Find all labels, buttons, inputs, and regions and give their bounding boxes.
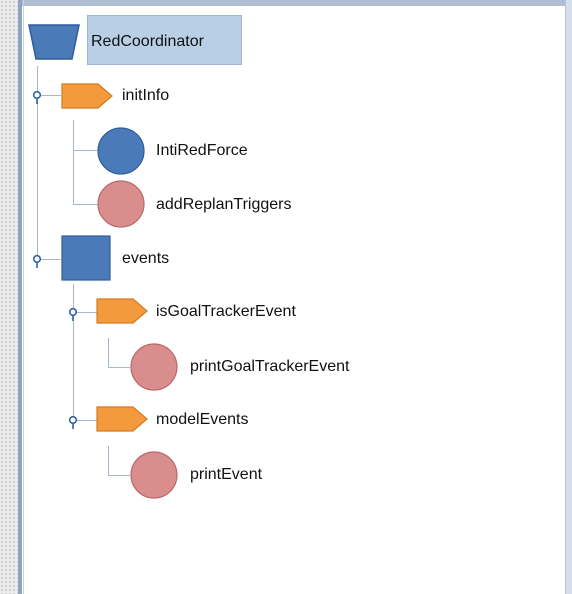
- pink-circle-icon: [130, 343, 178, 391]
- tree-line: [73, 204, 97, 205]
- tree-line: [108, 338, 109, 368]
- tag-icon: [96, 298, 148, 324]
- tree-line: [108, 475, 130, 476]
- blue-circle-icon: [97, 127, 145, 175]
- expand-handle-icon[interactable]: [67, 414, 79, 430]
- pink-circle-icon: [97, 180, 145, 228]
- panel-top-border: [18, 0, 572, 6]
- tag-icon: [61, 83, 113, 109]
- tree-node-events[interactable]: events: [122, 249, 169, 269]
- blue-square-icon: [61, 235, 111, 281]
- tag-icon: [96, 406, 148, 432]
- pink-circle-icon: [130, 451, 178, 499]
- panel-right-border: [566, 0, 572, 594]
- tree-line: [73, 150, 97, 151]
- tree-node-isgoaltrackerevent[interactable]: isGoalTrackerEvent: [156, 302, 296, 322]
- panel-left-border-inner: [23, 0, 24, 594]
- trapezoid-icon: [28, 24, 80, 60]
- tree-node-printevent[interactable]: printEvent: [190, 465, 262, 485]
- tree-line: [108, 367, 130, 368]
- tree-node-printgoaltrackerevent[interactable]: printGoalTrackerEvent: [190, 357, 349, 377]
- expand-handle-icon[interactable]: [67, 306, 79, 322]
- panel-grip: [0, 0, 18, 594]
- tree-node-initinfo[interactable]: initInfo: [122, 86, 169, 106]
- tree-line: [108, 446, 109, 476]
- expand-handle-icon[interactable]: [31, 89, 43, 105]
- panel-left-border: [18, 0, 22, 594]
- tree-line: [73, 284, 74, 421]
- tree-node-redcoordinator[interactable]: RedCoordinator: [91, 32, 204, 52]
- tree-line: [73, 120, 74, 204]
- expand-handle-icon[interactable]: [31, 253, 43, 269]
- tree-node-intiredforce[interactable]: IntiRedForce: [156, 141, 248, 161]
- tree-node-modelevents[interactable]: modelEvents: [156, 410, 249, 430]
- tree-node-addreplantriggers[interactable]: addReplanTriggers: [156, 195, 291, 215]
